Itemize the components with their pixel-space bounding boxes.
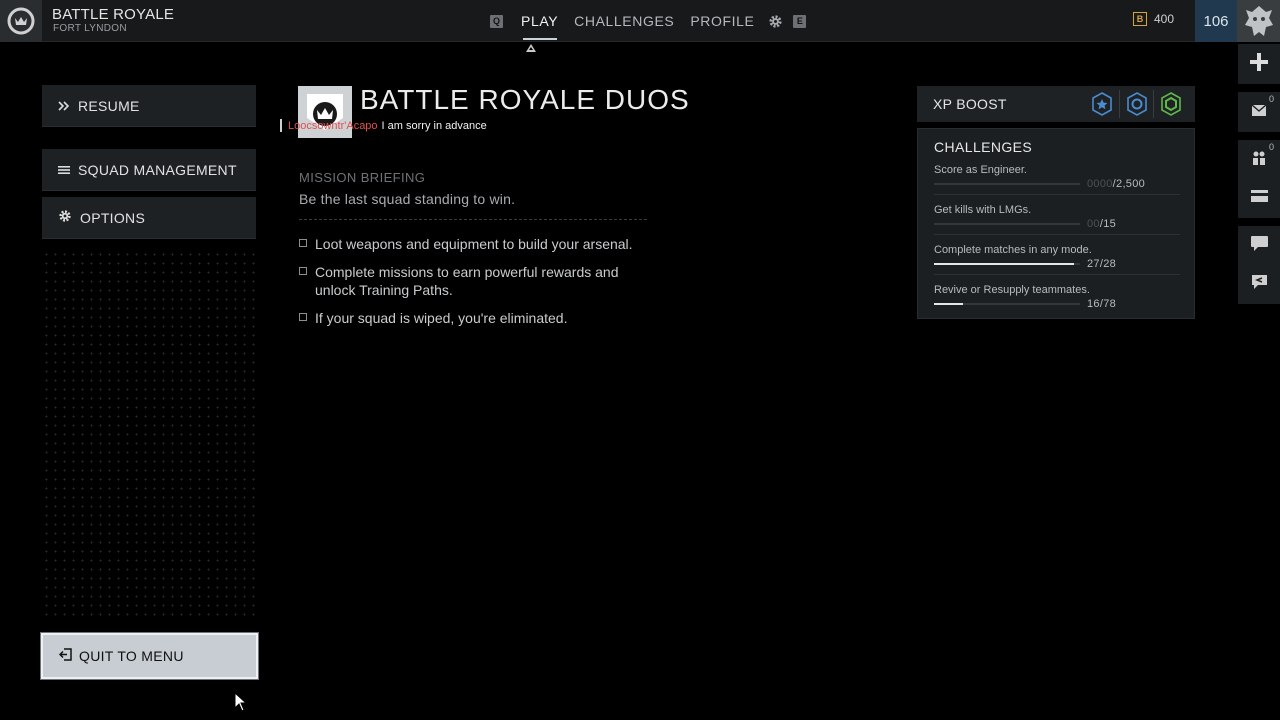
party-icon: [1252, 150, 1266, 171]
xp-boost-green-icon[interactable]: [1153, 90, 1187, 118]
briefing-summary: Be the last squad standing to win.: [299, 191, 516, 207]
chat-text: I am sorry in advance: [381, 119, 487, 132]
challenge-progress-bar: [934, 263, 1080, 265]
squad-management-label: SQUAD MANAGEMENT: [78, 161, 237, 178]
challenge-item[interactable]: Complete matches in any mode. 27/28: [934, 244, 1180, 284]
party-count: 0: [1268, 142, 1274, 152]
gear-icon: [58, 209, 72, 226]
map-name: FORT LYNDON: [53, 23, 127, 34]
credits-display: B 400: [1133, 12, 1174, 26]
credits-value: 400: [1154, 12, 1175, 26]
challenge-divider: [934, 234, 1180, 235]
xp-boost-panel: XP BOOST: [917, 86, 1195, 122]
main-nav: Q PLAY CHALLENGES PROFILE E: [490, 0, 807, 42]
list-item: If your squad is wiped, you're eliminate…: [299, 309, 659, 327]
mail-icon: [1251, 103, 1267, 121]
resume-button[interactable]: RESUME: [42, 85, 256, 127]
plus-icon: [1249, 52, 1269, 77]
mode-title: BATTLE ROYALE: [52, 6, 175, 23]
exit-icon: [58, 648, 72, 664]
mouse-cursor-icon: [234, 691, 248, 717]
q-key-hint: Q: [490, 14, 503, 28]
briefing-heading: MISSION BRIEFING: [299, 170, 426, 185]
mode-logo-icon: [0, 0, 42, 42]
challenge-progress-fill: [934, 303, 964, 305]
chat-sender: Loocsowntr'Acapo: [288, 119, 378, 132]
list-item: Loot weapons and equipment to build your…: [299, 235, 659, 253]
tab-profile[interactable]: PROFILE: [682, 0, 762, 42]
player-avatar[interactable]: [1237, 0, 1280, 42]
chat-bar: [280, 119, 282, 132]
options-button[interactable]: OPTIONS: [42, 197, 256, 239]
nav-caret-icon: [526, 44, 536, 52]
challenge-divider: [934, 274, 1180, 275]
challenge-name: Score as Engineer.: [934, 164, 1027, 176]
level-badge[interactable]: 106: [1195, 0, 1237, 42]
challenge-item[interactable]: Revive or Resupply teammates. 16/78: [934, 284, 1178, 324]
challenge-name: Get kills with LMGs.: [934, 204, 1032, 216]
tab-play[interactable]: PLAY: [513, 0, 566, 42]
menu-dot-pattern: [42, 250, 256, 622]
quit-label: QUIT TO MENU: [79, 648, 184, 664]
party-button[interactable]: 0: [1238, 140, 1280, 180]
list-icon: [58, 162, 70, 178]
card-icon: [1250, 189, 1268, 207]
challenge-progress-total: 16/78: [1087, 298, 1117, 310]
challenge-name: Revive or Resupply teammates.: [934, 284, 1090, 296]
chat-message: Loocsowntr'Acapo I am sorry in advance: [280, 119, 487, 132]
challenges-title: CHALLENGES: [934, 139, 1033, 155]
challenge-progress-total: /2,500: [1112, 178, 1146, 190]
e-key-hint: E: [793, 14, 807, 28]
options-label: OPTIONS: [80, 209, 146, 226]
page-title: BATTLE ROYALE DUOS: [360, 84, 690, 115]
xp-boost-challenge-icon[interactable]: [1119, 90, 1153, 118]
settings-gear-icon[interactable]: [768, 14, 783, 29]
challenge-progress-bar: [934, 183, 1080, 185]
challenge-progress: 16/78: [1087, 298, 1116, 310]
credits-icon: B: [1133, 12, 1147, 26]
squad-management-button[interactable]: SQUAD MANAGEMENT: [42, 149, 256, 191]
challenge-progress: 27/28: [1087, 258, 1116, 270]
chat-bubble-icon: [1250, 236, 1268, 256]
challenge-progress: 0000/2,500: [1087, 178, 1145, 190]
challenge-item[interactable]: Get kills with LMGs. 00/15: [934, 204, 1180, 244]
feedback-button[interactable]: [1238, 264, 1280, 304]
feedback-icon: [1251, 274, 1267, 294]
right-rail: 0 0: [1237, 42, 1280, 720]
challenge-progress-bar: [934, 223, 1080, 225]
tab-challenges[interactable]: CHALLENGES: [566, 0, 682, 42]
add-friend-button[interactable]: [1238, 44, 1280, 84]
top-bar: BATTLE ROYALE FORT LYNDON Q PLAY CHALLEN…: [0, 0, 1280, 52]
challenge-progress-bar: [934, 303, 1080, 305]
challenges-panel: CHALLENGES Score as Engineer. 0000/2,500 G…: [917, 128, 1195, 319]
double-chevron-right-icon: [58, 98, 70, 114]
challenge-item[interactable]: Score as Engineer. 0000/2,500: [934, 164, 1180, 204]
mail-button[interactable]: 0: [1238, 92, 1280, 132]
list-item: Complete missions to earn powerful rewar…: [299, 263, 659, 299]
challenge-progress-current: 00: [1087, 218, 1100, 230]
challenge-progress: 00/15: [1087, 218, 1116, 230]
challenge-progress-fill: [934, 263, 1075, 265]
challenge-divider: [934, 194, 1180, 195]
card-button[interactable]: [1238, 178, 1280, 218]
quit-to-menu-button[interactable]: QUIT TO MENU: [40, 632, 259, 680]
xp-boost-label: XP BOOST: [933, 96, 1007, 112]
challenge-progress-current: 0000: [1087, 178, 1113, 190]
chat-button[interactable]: [1238, 226, 1280, 266]
mail-count: 0: [1268, 94, 1274, 104]
challenge-name: Complete matches in any mode.: [934, 244, 1092, 256]
briefing-list: Loot weapons and equipment to build your…: [299, 235, 659, 337]
briefing-divider: [299, 219, 647, 220]
xp-boost-star-icon[interactable]: [1085, 90, 1119, 118]
challenge-progress-total: /15: [1099, 218, 1117, 230]
resume-label: RESUME: [78, 97, 140, 114]
challenge-progress-total: 27/28: [1087, 258, 1117, 270]
